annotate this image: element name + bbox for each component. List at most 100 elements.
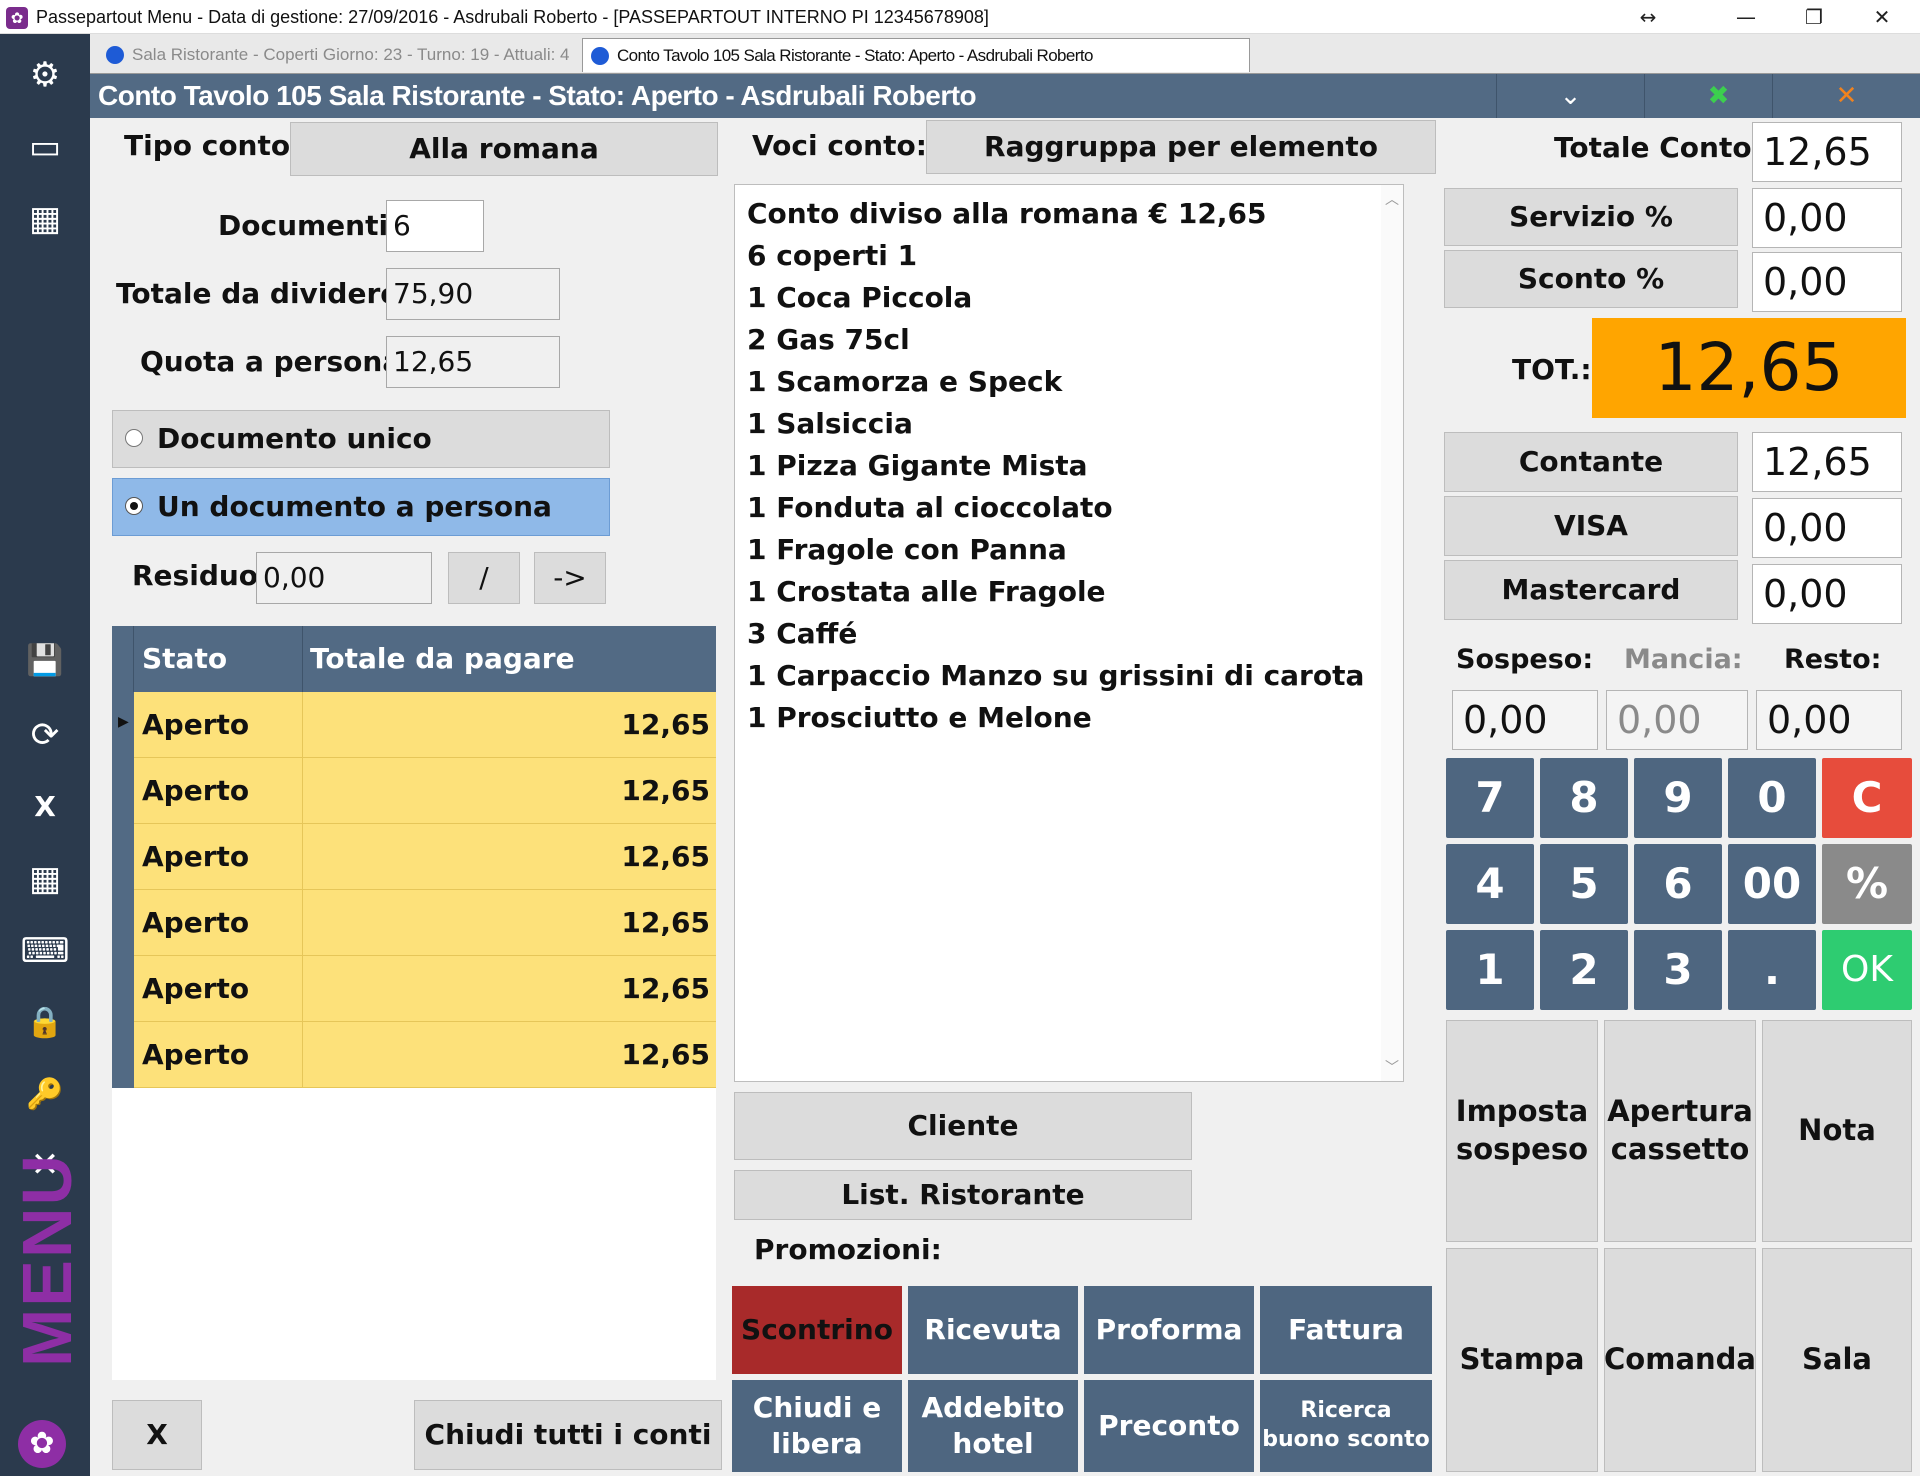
radio-label: Documento unico xyxy=(157,422,432,455)
save-icon[interactable]: 💾 xyxy=(18,634,72,688)
table-row[interactable]: Aperto 12,65 xyxy=(112,758,716,824)
key-00[interactable]: 00 xyxy=(1728,844,1816,924)
key-9[interactable]: 9 xyxy=(1634,758,1722,838)
refresh-icon[interactable]: ⟳ xyxy=(18,708,72,762)
key-1[interactable]: 1 xyxy=(1446,930,1534,1010)
contante-button[interactable]: Contante xyxy=(1444,432,1738,492)
list-item: 1 Salsiccia xyxy=(747,407,913,440)
sala-button[interactable]: Sala xyxy=(1762,1248,1912,1472)
radio-documento-persona[interactable]: Un documento a persona xyxy=(112,478,610,536)
residuo-field: 0,00 xyxy=(256,552,432,604)
key-2[interactable]: 2 xyxy=(1540,930,1628,1010)
key-0[interactable]: 0 xyxy=(1728,758,1816,838)
table-row[interactable]: ▶ Aperto 12,65 xyxy=(112,692,716,758)
mastercard-button[interactable]: Mastercard xyxy=(1444,560,1738,620)
key-6[interactable]: 6 xyxy=(1634,844,1722,924)
cell-stato: Aperto xyxy=(142,708,250,741)
listino-button[interactable]: List. Ristorante xyxy=(734,1170,1192,1220)
lock-icon[interactable]: 🔒 xyxy=(18,996,72,1050)
totale-conto-field: 12,65 xyxy=(1752,122,1902,182)
key-percent[interactable]: % xyxy=(1822,844,1912,924)
key-icon[interactable]: 🔑 xyxy=(18,1068,72,1122)
minimize-button[interactable]: — xyxy=(1726,2,1766,32)
resize-icon[interactable]: ↔ xyxy=(1628,2,1668,32)
menu-label[interactable]: MENU xyxy=(4,1153,90,1367)
ricevuta-button[interactable]: Ricevuta xyxy=(908,1286,1078,1374)
tab-strip: Sala Ristorante - Coperti Giorno: 23 - T… xyxy=(90,34,1920,74)
visa-button[interactable]: VISA xyxy=(1444,496,1738,556)
list-item: 1 Fragole con Panna xyxy=(747,533,1067,566)
imposta-sospeso-button[interactable]: Imposta sospeso xyxy=(1446,1020,1598,1242)
list-item: 1 Prosciutto e Melone xyxy=(747,701,1092,734)
grid-body: ▶ Aperto 12,65 Aperto 12,65 Aperto 12,65… xyxy=(112,692,716,1088)
collapse-button[interactable]: ⌄ xyxy=(1496,74,1644,118)
preconto-button[interactable]: Preconto xyxy=(1084,1380,1254,1472)
key-decimal[interactable]: . xyxy=(1728,930,1816,1010)
table-row[interactable]: Aperto 12,65 xyxy=(112,956,716,1022)
close-document-button[interactable]: ✕ xyxy=(1772,74,1920,118)
next-button[interactable]: -> xyxy=(534,552,606,604)
quota-label: Quota a persona: xyxy=(140,345,413,378)
key-8[interactable]: 8 xyxy=(1540,758,1628,838)
list-item: 1 Crostata alle Fragole xyxy=(747,575,1106,608)
scrollbar[interactable]: ︿ ﹀ xyxy=(1381,185,1403,1081)
column-header-totale[interactable]: Totale da pagare xyxy=(310,638,575,680)
sconto-button[interactable]: Sconto % xyxy=(1444,250,1738,308)
ricerca-buono-button[interactable]: Ricerca buono sconto xyxy=(1260,1380,1432,1472)
voci-conto-list[interactable]: ︿ ﹀ Conto diviso alla romana € 12,65 6 c… xyxy=(734,184,1404,1082)
fattura-button[interactable]: Fattura xyxy=(1260,1286,1432,1374)
cliente-button[interactable]: Cliente xyxy=(734,1092,1192,1160)
servizio-button[interactable]: Servizio % xyxy=(1444,188,1738,246)
sconto-field[interactable]: 0,00 xyxy=(1752,252,1902,312)
excel-icon[interactable]: X xyxy=(18,780,72,834)
grid-icon[interactable]: ▦ xyxy=(18,192,72,246)
contante-field[interactable]: 12,65 xyxy=(1752,432,1902,492)
cell-totale: 12,65 xyxy=(621,708,710,741)
tipo-conto-button[interactable]: Alla romana xyxy=(290,122,718,176)
column-header-stato[interactable]: Stato xyxy=(142,638,227,680)
key-3[interactable]: 3 xyxy=(1634,930,1722,1010)
keyboard-icon[interactable]: ⌨ xyxy=(18,924,72,978)
gear-icon[interactable]: ⚙ xyxy=(18,48,72,102)
key-5[interactable]: 5 xyxy=(1540,844,1628,924)
menu-logo-icon[interactable]: ✿ xyxy=(18,1420,66,1468)
visa-field[interactable]: 0,00 xyxy=(1752,498,1902,558)
tot-label: TOT.: xyxy=(1512,353,1592,386)
stampa-button[interactable]: Stampa xyxy=(1446,1248,1598,1472)
key-ok[interactable]: OK xyxy=(1822,930,1912,1010)
table-row[interactable]: Aperto 12,65 xyxy=(112,890,716,956)
comanda-button[interactable]: Comanda xyxy=(1604,1248,1756,1472)
addebito-hotel-button[interactable]: Addebito hotel xyxy=(908,1380,1078,1472)
totale-dividere-label: Totale da dividere: xyxy=(116,277,411,310)
chiudi-libera-button[interactable]: Chiudi e libera xyxy=(732,1380,902,1472)
calculator-icon[interactable]: ▦ xyxy=(18,852,72,906)
table-row[interactable]: Aperto 12,65 xyxy=(112,824,716,890)
key-7[interactable]: 7 xyxy=(1446,758,1534,838)
table-row[interactable]: Aperto 12,65 xyxy=(112,1022,716,1088)
key-4[interactable]: 4 xyxy=(1446,844,1534,924)
x-button[interactable]: X xyxy=(112,1400,202,1470)
restore-button[interactable]: ❐ xyxy=(1794,2,1834,32)
tab-conto-tavolo[interactable]: Conto Tavolo 105 Sala Ristorante - Stato… xyxy=(582,38,1250,72)
nota-button[interactable]: Nota xyxy=(1762,1020,1912,1242)
servizio-field[interactable]: 0,00 xyxy=(1752,188,1902,248)
tab-label: Conto Tavolo 105 Sala Ristorante - Stato… xyxy=(617,46,1093,65)
apertura-cassetto-button[interactable]: Apertura cassetto xyxy=(1604,1020,1756,1242)
tab-sala-ristorante[interactable]: Sala Ristorante - Coperti Giorno: 23 - T… xyxy=(98,38,582,72)
key-clear[interactable]: C xyxy=(1822,758,1912,838)
list-item: 1 Fonduta al cioccolato xyxy=(747,491,1113,524)
radio-documento-unico[interactable]: Documento unico xyxy=(112,410,610,468)
proforma-button[interactable]: Proforma xyxy=(1084,1286,1254,1374)
window-title-bar: ✿ Passepartout Menu - Data di gestione: … xyxy=(0,0,1920,34)
raggruppa-button[interactable]: Raggruppa per elemento xyxy=(926,120,1436,174)
documenti-field[interactable]: 6 xyxy=(386,200,484,252)
mastercard-field[interactable]: 0,00 xyxy=(1752,564,1902,624)
monitor-icon[interactable]: ▭ xyxy=(18,120,72,174)
cell-stato: Aperto xyxy=(142,1038,250,1071)
chiudi-tutti-button[interactable]: Chiudi tutti i conti xyxy=(414,1400,722,1470)
divide-button[interactable]: / xyxy=(448,552,520,604)
excel-export-button[interactable]: ✖ xyxy=(1644,74,1792,118)
close-window-button[interactable]: ✕ xyxy=(1862,2,1902,32)
scontrino-button[interactable]: Scontrino xyxy=(732,1286,902,1374)
app-logo-icon: ✿ xyxy=(6,7,28,29)
